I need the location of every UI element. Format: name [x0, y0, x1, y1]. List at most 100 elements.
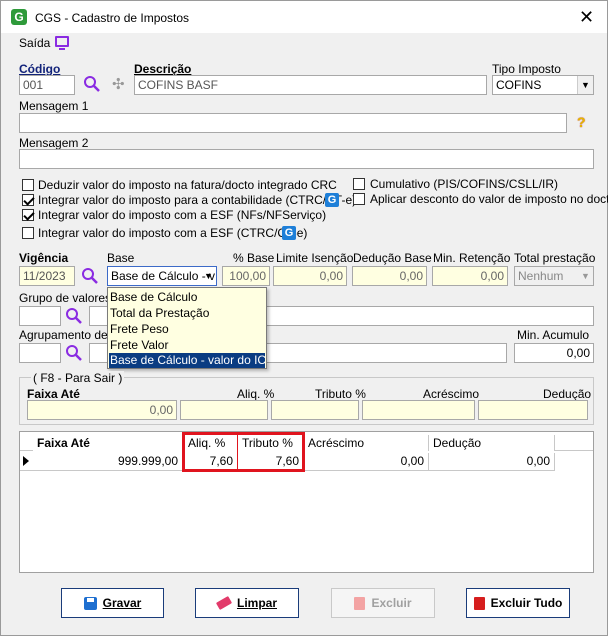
grid-header-deducao[interactable]: Dedução: [429, 435, 555, 451]
excluir-tudo-label: Excluir Tudo: [490, 596, 563, 610]
min-retencao-input[interactable]: 0,00: [432, 266, 508, 286]
acrescimo-input[interactable]: [362, 400, 475, 420]
save-icon: [83, 596, 97, 610]
faixa-ate-label: Faixa Até: [27, 387, 80, 401]
search-icon[interactable]: [65, 307, 83, 325]
add-icon[interactable]: ✣: [112, 75, 125, 93]
window-title: CGS - Cadastro de Impostos: [35, 11, 190, 25]
g-link-icon[interactable]: G: [282, 226, 296, 240]
g-link-icon[interactable]: G: [325, 193, 339, 207]
close-icon[interactable]: ✕: [579, 7, 594, 27]
deducao-input[interactable]: [478, 400, 588, 420]
base-select[interactable]: Base de Cálculo - v ▼: [107, 266, 217, 286]
total-prestacao-value: Nenhum: [518, 269, 564, 283]
integrar-esf-nfs-label: Integrar valor do imposto com a ESF (NFs…: [38, 208, 327, 222]
excluir-button[interactable]: Excluir: [331, 588, 435, 618]
vigencia-label: Vigência: [19, 251, 69, 265]
chevron-down-icon[interactable]: ▼: [578, 267, 593, 285]
cell-acrescimo[interactable]: 0,00: [304, 453, 429, 470]
cell-faixa[interactable]: 999.999,00: [33, 453, 183, 470]
codigo-input[interactable]: 001: [19, 75, 75, 95]
min-acumulo-input[interactable]: 0,00: [514, 343, 594, 363]
agrupamento-label: Agrupamento de v: [19, 328, 118, 342]
dropdown-option[interactable]: Total da Prestação: [110, 306, 209, 320]
deduzir-label: Deduzir valor do imposto na fatura/docto…: [38, 178, 337, 192]
aliq-label: Aliq. %: [237, 387, 275, 401]
grupo-label: Grupo de valores d: [19, 291, 122, 305]
deducao-label: Dedução: [543, 387, 592, 401]
grid-header-faixa[interactable]: Faixa Até: [33, 435, 183, 451]
dropdown-option[interactable]: Frete Peso: [110, 322, 169, 336]
descricao-label: Descrição: [134, 62, 192, 76]
tipo-imposto-value: COFINS: [496, 78, 542, 92]
row-indicator-icon: [23, 456, 29, 466]
search-icon[interactable]: [81, 267, 99, 285]
trash-icon: [354, 596, 366, 610]
monitor-stand: [59, 48, 65, 50]
integrar-contab-checkbox[interactable]: [22, 194, 34, 206]
help-icon[interactable]: ?: [577, 114, 586, 130]
tributo-input[interactable]: [271, 400, 359, 420]
mensagem1-input[interactable]: [19, 113, 567, 133]
base-select-value: Base de Cálculo - v: [111, 269, 216, 283]
integrar-contab-label: Integrar valor do imposto para a contabi…: [38, 193, 357, 207]
deducao-base-input[interactable]: 0,00: [352, 266, 427, 286]
trash-icon: [473, 596, 485, 610]
highlight-box: [182, 432, 305, 472]
mensagem1-label: Mensagem 1: [19, 99, 89, 113]
cumulativo-label: Cumulativo (PIS/COFINS/CSLL/IR): [370, 177, 559, 191]
app-logo-icon: G: [11, 9, 27, 25]
aplicar-desconto-label: Aplicar desconto do valor de imposto no …: [370, 192, 608, 206]
faixa-groupbox-legend: ( F8 - Para Sair ): [31, 371, 125, 385]
dropdown-option-selected[interactable]: Base de Cálculo - valor do ICMS: [109, 353, 265, 368]
limite-isencao-input[interactable]: 0,00: [273, 266, 347, 286]
aplicar-desconto-checkbox[interactable]: [353, 193, 365, 205]
tributo-label: Tributo %: [315, 387, 366, 401]
pct-base-input[interactable]: 100,00: [222, 266, 270, 286]
integrar-esf-nfs-checkbox[interactable]: [22, 209, 34, 221]
chevron-down-icon[interactable]: ▼: [201, 267, 216, 285]
pct-base-label: % Base: [233, 251, 275, 265]
grid-header-acrescimo[interactable]: Acréscimo: [304, 435, 429, 451]
agrupamento-code-input[interactable]: [19, 343, 61, 363]
highlight-divider: [237, 434, 238, 470]
faixa-ate-input[interactable]: 0,00: [27, 400, 177, 420]
excluir-label: Excluir: [371, 596, 412, 610]
chevron-down-icon[interactable]: ▼: [577, 76, 593, 94]
cumulativo-checkbox[interactable]: [353, 178, 365, 190]
integrar-esf-ctrc-checkbox[interactable]: [22, 227, 34, 239]
monitor-icon[interactable]: [55, 36, 69, 47]
min-acumulo-label: Min. Acumulo: [517, 328, 590, 342]
limpar-label: Limpar: [236, 596, 277, 610]
aliq-input[interactable]: [180, 400, 268, 420]
grupo-code-input[interactable]: [19, 306, 61, 326]
total-prestacao-label: Total prestação: [514, 251, 596, 265]
base-label: Base: [107, 251, 135, 265]
main-window: G CGS - Cadastro de Impostos ✕ Saída Cód…: [0, 0, 608, 636]
gravar-button[interactable]: Gravar: [61, 588, 164, 618]
exit-menu-label[interactable]: Saída: [19, 36, 50, 50]
search-icon[interactable]: [83, 75, 101, 93]
descricao-input[interactable]: COFINS BASF: [134, 75, 487, 95]
limpar-button[interactable]: Limpar: [195, 588, 299, 618]
integrar-esf-ctrc-label: Integrar valor do imposto com a ESF (CTR…: [38, 226, 308, 240]
tipo-imposto-select[interactable]: COFINS ▼: [492, 75, 594, 95]
excluir-tudo-button[interactable]: Excluir Tudo: [466, 588, 570, 618]
dropdown-option[interactable]: Frete Valor: [110, 338, 168, 352]
dropdown-option[interactable]: Base de Cálculo: [110, 290, 197, 304]
deducao-base-label: Dedução Base: [353, 251, 432, 265]
cell-deducao[interactable]: 0,00: [429, 453, 555, 470]
mensagem2-label: Mensagem 2: [19, 136, 89, 150]
base-dropdown-list: Base de Cálculo Total da Prestação Frete…: [107, 287, 267, 369]
gravar-label: Gravar: [102, 596, 142, 610]
title-bar: G CGS - Cadastro de Impostos ✕: [1, 1, 607, 33]
total-prestacao-select[interactable]: Nenhum ▼: [514, 266, 594, 286]
eraser-icon: [215, 596, 233, 610]
acrescimo-label: Acréscimo: [423, 387, 480, 401]
deduzir-checkbox[interactable]: [22, 179, 34, 191]
vigencia-input[interactable]: 11/2023: [19, 266, 75, 286]
limite-isencao-label: Limite Isenção: [276, 251, 354, 265]
mensagem2-input[interactable]: [19, 149, 594, 169]
search-icon[interactable]: [65, 344, 83, 362]
min-retencao-label: Min. Retenção: [433, 251, 511, 265]
